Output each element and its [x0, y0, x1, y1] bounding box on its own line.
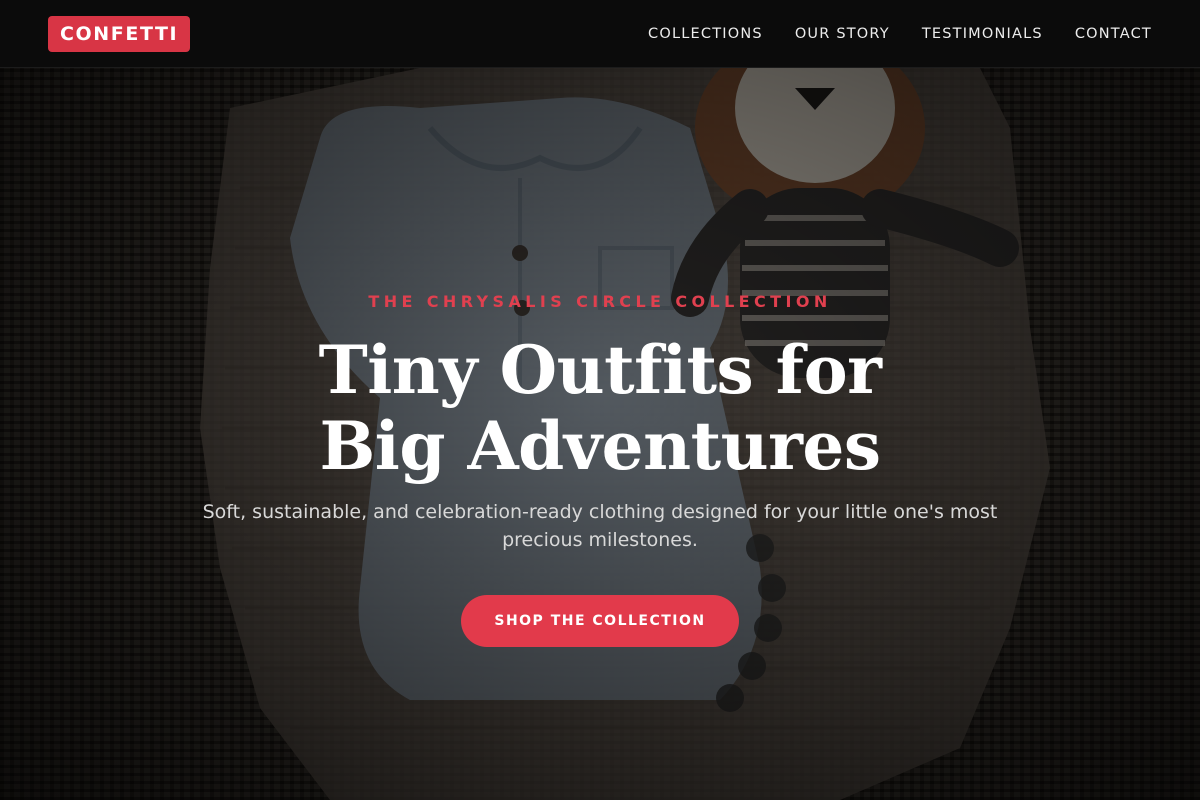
nav-link-contact[interactable]: CONTACT	[1075, 26, 1152, 42]
hero-subtitle: Soft, sustainable, and celebration-ready…	[202, 501, 998, 551]
brand-logo[interactable]: CONFETTI	[48, 16, 191, 52]
collection-eyebrow: THE CHRYSALIS CIRCLE COLLECTION	[368, 292, 832, 311]
hero-headline-line-1: Tiny Outfits for	[318, 331, 882, 409]
hero-content: THE CHRYSALIS CIRCLE COLLECTION Tiny Out…	[0, 68, 1200, 800]
hero-headline-line-2: Big Adventures	[319, 407, 881, 485]
hero-section: THE CHRYSALIS CIRCLE COLLECTION Tiny Out…	[0, 68, 1200, 800]
main-nav: COLLECTIONS OUR STORY TESTIMONIALS CONTA…	[648, 0, 1152, 68]
hero-headline: Tiny Outfits for Big Adventures	[200, 332, 1000, 484]
nav-link-testimonials[interactable]: TESTIMONIALS	[922, 26, 1043, 42]
shop-collection-button[interactable]: SHOP THE COLLECTION	[461, 595, 739, 647]
nav-link-our-story[interactable]: OUR STORY	[795, 26, 890, 42]
nav-link-collections[interactable]: COLLECTIONS	[648, 26, 763, 42]
top-navigation-bar: CONFETTI COLLECTIONS OUR STORY TESTIMONI…	[0, 0, 1200, 68]
